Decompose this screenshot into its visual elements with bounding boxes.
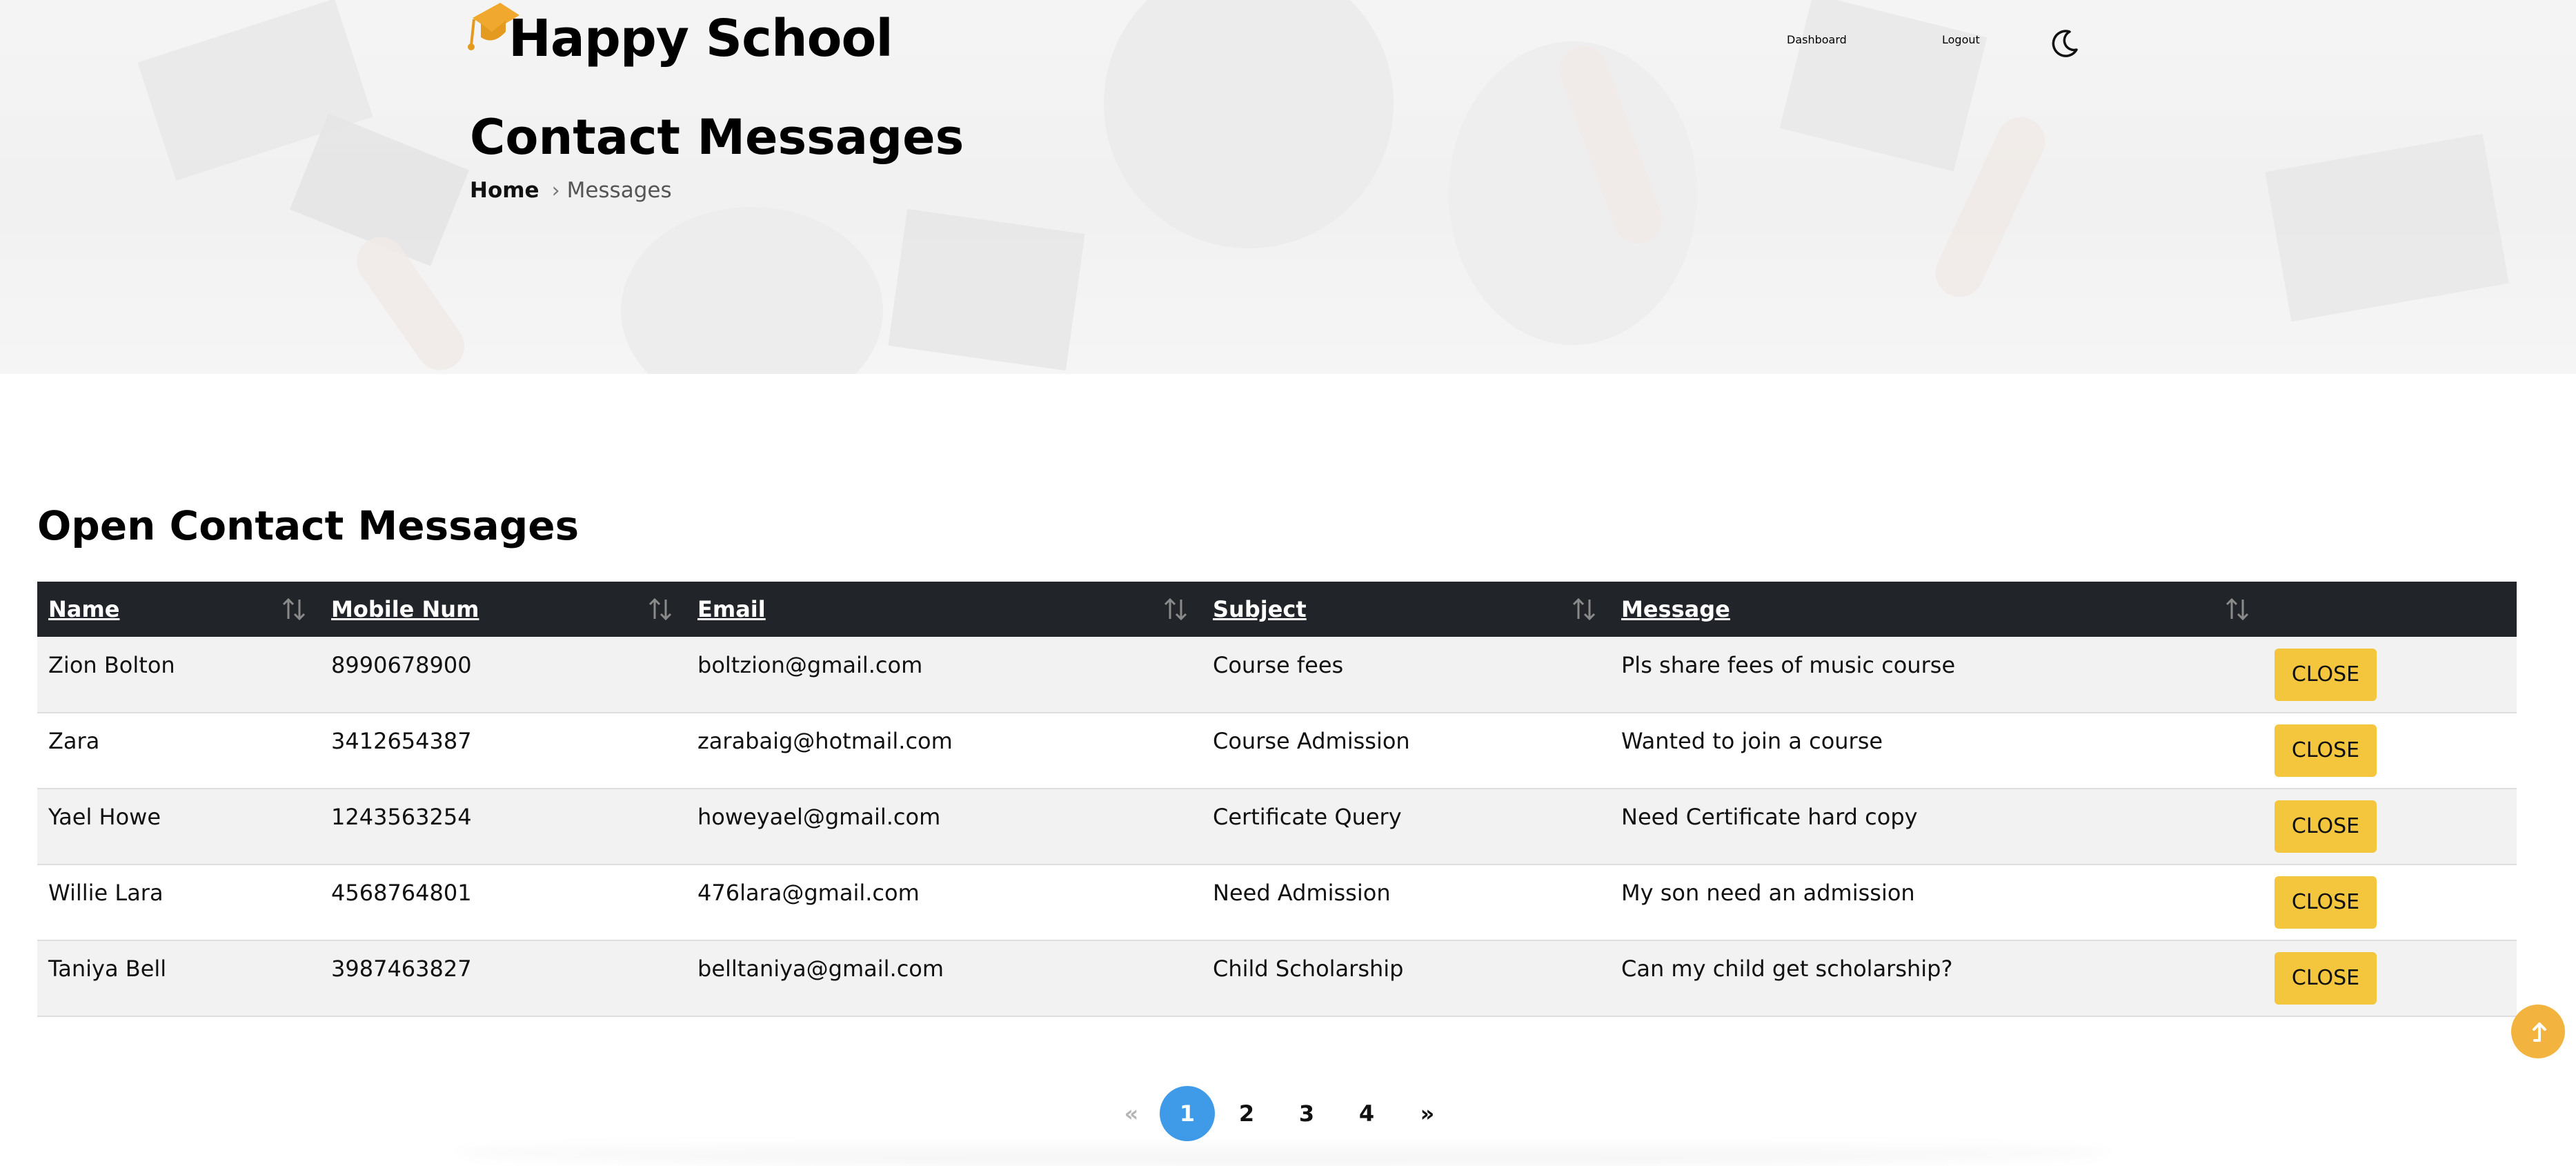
- messages-table: Name Mobile Num Email Subject Message Zi…: [37, 582, 2517, 1017]
- cell-subject: Certificate Query: [1213, 804, 1402, 830]
- cell-email: howeyael@gmail.com: [697, 804, 941, 830]
- cell-email: belltaniya@gmail.com: [697, 956, 944, 982]
- cell-message: Can my child get scholarship?: [1621, 956, 1953, 982]
- cell-message: My son need an admission: [1621, 880, 1915, 906]
- cell-message: Wanted to join a course: [1621, 728, 1883, 754]
- column-header-action: [2263, 582, 2517, 637]
- last-page-icon[interactable]: »: [1400, 1086, 1455, 1141]
- cell-name: Zara: [48, 728, 100, 754]
- table-header-row: Name Mobile Num Email Subject Message: [37, 582, 2517, 637]
- cell-message: Need Certificate hard copy: [1621, 804, 1918, 830]
- brand[interactable]: Happy School: [468, 0, 893, 77]
- cell-email: 476lara@gmail.com: [697, 880, 920, 906]
- cell-mobile: 3412654387: [331, 728, 472, 754]
- page-3-button[interactable]: 3: [1279, 1086, 1334, 1141]
- graduation-cap-icon: [468, 3, 519, 50]
- column-header-name[interactable]: Name: [37, 582, 320, 637]
- close-message-button[interactable]: CLOSE: [2275, 952, 2377, 1005]
- nav-logout-link[interactable]: Logout: [1942, 33, 1980, 46]
- nav-dashboard-link[interactable]: Dashboard: [1787, 33, 1847, 46]
- first-page-icon[interactable]: «: [1104, 1086, 1159, 1141]
- sort-icon[interactable]: [2225, 595, 2250, 623]
- cell-mobile: 3987463827: [331, 956, 472, 982]
- page-4-button[interactable]: 4: [1339, 1086, 1394, 1141]
- cell-name: Yael Howe: [48, 804, 161, 830]
- page-1-button[interactable]: 1: [1160, 1086, 1215, 1141]
- footer-shadow: [455, 1138, 2111, 1166]
- cell-email: zarabaig@hotmail.com: [697, 728, 953, 754]
- close-message-button[interactable]: CLOSE: [2275, 876, 2377, 929]
- section-title: Open Contact Messages: [37, 502, 579, 549]
- sort-icon[interactable]: [1572, 595, 1596, 623]
- page-2-button[interactable]: 2: [1219, 1086, 1274, 1141]
- table-row: Yael Howe 1243563254 howeyael@gmail.com …: [37, 789, 2517, 864]
- table-row: Taniya Bell 3987463827 belltaniya@gmail.…: [37, 940, 2517, 1016]
- scroll-to-top-button[interactable]: [2511, 1005, 2565, 1058]
- cell-action: CLOSE: [2263, 637, 2517, 713]
- cell-action: CLOSE: [2263, 864, 2517, 940]
- cell-action: CLOSE: [2263, 713, 2517, 789]
- breadcrumb: Home › Messages: [470, 178, 672, 203]
- sort-icon[interactable]: [648, 595, 673, 623]
- arrow-up-icon: [2533, 1022, 2546, 1042]
- sort-icon[interactable]: [281, 595, 306, 623]
- cell-mobile: 1243563254: [331, 804, 472, 830]
- column-header-subject[interactable]: Subject: [1202, 582, 1610, 637]
- cell-subject: Course fees: [1213, 651, 1344, 678]
- moon-icon[interactable]: [2049, 28, 2081, 59]
- breadcrumb-home-link[interactable]: Home: [470, 178, 539, 203]
- cell-name: Taniya Bell: [48, 956, 167, 982]
- hero-banner: Happy School Dashboard Logout Contact Me…: [0, 0, 2576, 374]
- cell-action: CLOSE: [2263, 789, 2517, 864]
- column-header-message[interactable]: Message: [1610, 582, 2263, 637]
- column-header-email[interactable]: Email: [686, 582, 1202, 637]
- cell-name: Willie Lara: [48, 880, 164, 906]
- cell-mobile: 8990678900: [331, 651, 472, 678]
- cell-message: Pls share fees of music course: [1621, 651, 1956, 678]
- cell-subject: Course Admission: [1213, 728, 1410, 754]
- cell-mobile: 4568764801: [331, 880, 472, 906]
- table-row: Willie Lara 4568764801 476lara@gmail.com…: [37, 864, 2517, 940]
- cell-subject: Need Admission: [1213, 880, 1391, 906]
- cell-subject: Child Scholarship: [1213, 956, 1404, 982]
- cell-email: boltzion@gmail.com: [697, 651, 923, 678]
- cell-name: Zion Bolton: [48, 651, 175, 678]
- close-message-button[interactable]: CLOSE: [2275, 800, 2377, 853]
- page-title: Contact Messages: [470, 109, 964, 166]
- close-message-button[interactable]: CLOSE: [2275, 648, 2377, 701]
- breadcrumb-separator-icon: ›: [551, 178, 560, 203]
- table-row: Zion Bolton 8990678900 boltzion@gmail.co…: [37, 637, 2517, 713]
- close-message-button[interactable]: CLOSE: [2275, 724, 2377, 777]
- table-row: Zara 3412654387 zarabaig@hotmail.com Cou…: [37, 713, 2517, 789]
- column-header-mobile[interactable]: Mobile Num: [320, 582, 686, 637]
- sort-icon[interactable]: [1163, 595, 1188, 623]
- breadcrumb-current: Messages: [566, 178, 672, 203]
- cell-action: CLOSE: [2263, 940, 2517, 1016]
- brand-name: Happy School: [508, 9, 893, 68]
